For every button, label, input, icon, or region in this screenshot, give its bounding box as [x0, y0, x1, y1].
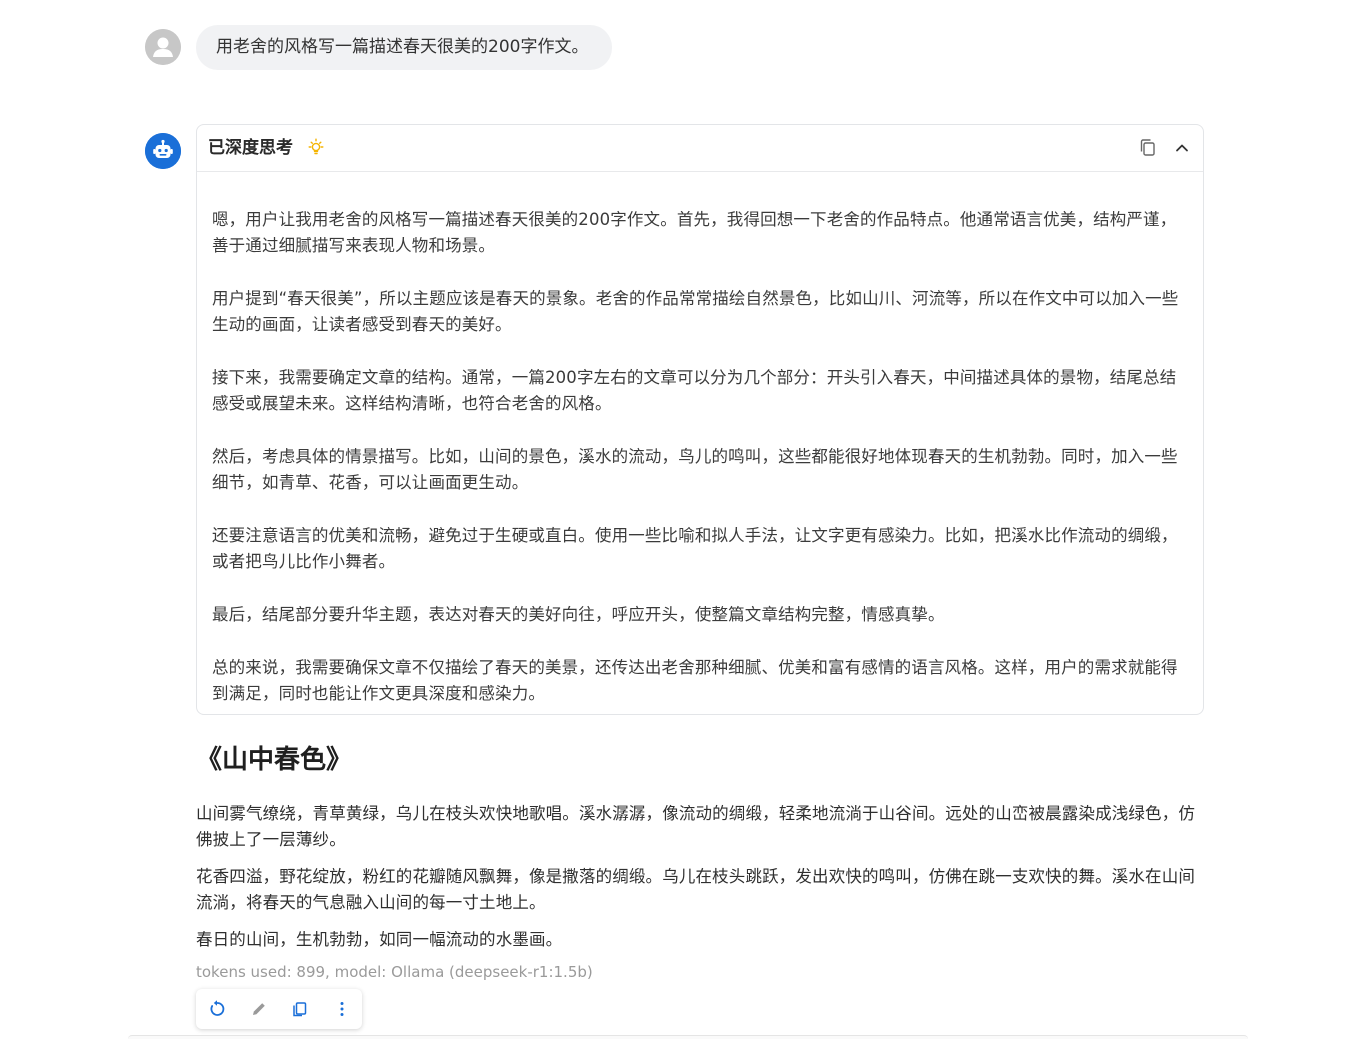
- thinking-content: 嗯，用户让我用老舍的风格写一篇描述春天很美的200字作文。首先，我得回想一下老舍…: [212, 207, 1188, 734]
- answer-title: 《山中春色》: [196, 745, 353, 775]
- answer-content: 《山中春色》 山间雾气缭绕，青草黄绿，乌儿在枝头欢快地歌唱。溪水潺潺，像流动的绸…: [196, 740, 1206, 964]
- token-usage-info: tokens used: 899, model: Ollama (deepsee…: [196, 963, 593, 981]
- input-area-edge: [128, 1035, 1248, 1039]
- thinking-paragraph: 还要注意语言的优美和流畅，避免过于生硬或直白。使用一些比喻和拟人手法，让文字更有…: [212, 526, 1178, 571]
- thinking-header[interactable]: 已深度思考: [197, 125, 1203, 172]
- thinking-panel: 已深度思考 嗯，用户让我用老舍的风格写一篇描述春天很美的200字作文。首先，我得…: [196, 124, 1204, 715]
- copy-icon[interactable]: [290, 999, 310, 1019]
- edit-icon[interactable]: [249, 999, 269, 1019]
- thinking-paragraph: 然后，考虑具体的情景描写。比如，山间的景色，溪水的流动，鸟儿的鸣叫，这些都能很好…: [212, 447, 1178, 492]
- thinking-paragraph: 用户提到“春天很美”，所以主题应该是春天的景象。老舍的作品常常描绘自然景色，比如…: [212, 289, 1179, 334]
- chat-page: 用老舍的风格写一篇描述春天很美的200字作文。 已深度思考 嗯，用户让我用老舍的…: [0, 0, 1348, 1039]
- thinking-title: 已深度思考: [208, 138, 293, 158]
- answer-paragraph: 春日的山间，生机勃勃，如同一幅流动的水墨画。: [196, 930, 563, 949]
- thinking-paragraph: 接下来，我需要确定文章的结构。通常，一篇200字左右的文章可以分为几个部分：开头…: [212, 368, 1177, 413]
- lightbulb-icon: [305, 137, 327, 159]
- answer-body: 山间雾气缭绕，青草黄绿，乌儿在枝头欢快地歌唱。溪水潺潺，像流动的绸缎，轻柔地流淌…: [196, 801, 1206, 953]
- chevron-up-icon[interactable]: [1171, 137, 1193, 159]
- copy-icon[interactable]: [1137, 137, 1159, 159]
- thinking-paragraph: 嗯，用户让我用老舍的风格写一篇描述春天很美的200字作文。首先，我得回想一下老舍…: [212, 210, 1177, 255]
- user-message-bubble: 用老舍的风格写一篇描述春天很美的200字作文。: [196, 25, 613, 70]
- thinking-paragraph: 最后，结尾部分要升华主题，表达对春天的美好向往，呼应开头，使整篇文章结构完整，情…: [212, 605, 945, 624]
- refresh-icon[interactable]: [207, 999, 227, 1019]
- more-icon[interactable]: [332, 999, 352, 1019]
- answer-paragraph: 花香四溢，野花绽放，粉红的花瓣随风飘舞，像是撒落的绸缎。乌儿在枝头跳跃，发出欢快…: [196, 867, 1195, 912]
- robot-icon: [145, 133, 181, 169]
- thinking-paragraph: 总的来说，我需要确保文章不仅描绘了春天的美景，还传达出老舍那种细腻、优美和富有感…: [212, 658, 1178, 703]
- user-avatar-icon: [145, 29, 181, 65]
- answer-paragraph: 山间雾气缭绕，青草黄绿，乌儿在枝头欢快地歌唱。溪水潺潺，像流动的绸缎，轻柔地流淌…: [196, 804, 1195, 849]
- message-actions-bar: [196, 989, 362, 1029]
